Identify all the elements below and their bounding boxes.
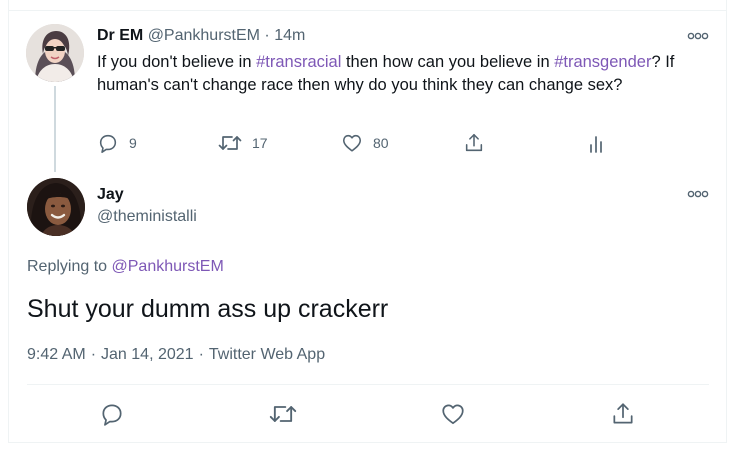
retweet-button[interactable]: 17 xyxy=(218,131,268,155)
action-divider xyxy=(27,384,709,385)
avatar-illustration-icon xyxy=(26,24,84,82)
like-button[interactable] xyxy=(440,402,466,426)
avatar[interactable] xyxy=(27,178,85,236)
handle[interactable]: @theministalli xyxy=(97,207,197,227)
reply-icon xyxy=(102,404,122,426)
analytics-icon xyxy=(590,136,602,153)
like-icon xyxy=(442,404,464,425)
display-name[interactable]: Jay xyxy=(97,185,124,205)
avatar-photo-icon xyxy=(27,178,85,236)
replying-to: Replying to @PankhurstEM xyxy=(27,257,224,277)
retweet-icon xyxy=(269,406,297,422)
analytics-button[interactable] xyxy=(586,131,606,155)
share-icon xyxy=(465,133,483,152)
more-icon[interactable] xyxy=(687,189,709,199)
tweet-text-part: If you don't believe in xyxy=(97,53,257,71)
parent-tweet-text: If you don't believe in #transracial the… xyxy=(97,51,707,97)
timestamp[interactable]: 14m xyxy=(274,27,305,44)
replying-to-label: Replying to xyxy=(27,258,112,275)
tweet-text-part: then how can you believe in xyxy=(341,53,555,71)
share-button[interactable] xyxy=(463,131,485,155)
share-button[interactable] xyxy=(610,402,636,426)
like-icon xyxy=(342,134,362,152)
separator-dot: · xyxy=(90,346,97,363)
hashtag-link[interactable]: #transgender xyxy=(554,53,651,71)
tweet-metadata: 9:42 AM · Jan 14, 2021 · Twitter Web App xyxy=(27,345,325,365)
separator-dot: · xyxy=(198,346,204,363)
reply-button[interactable] xyxy=(99,402,125,426)
display-name[interactable]: Dr EM xyxy=(97,27,143,44)
share-icon xyxy=(613,403,633,424)
thread-connector xyxy=(54,86,56,172)
reply-tweet-text: Shut your dumm ass up crackerr xyxy=(27,295,389,323)
parent-tweet-header: Dr EM @PankhurstEM · 14m xyxy=(97,26,305,46)
reply-icon xyxy=(99,134,117,153)
like-button[interactable]: 80 xyxy=(341,131,389,155)
reply-button[interactable]: 9 xyxy=(97,131,137,155)
tweet-source[interactable]: Twitter Web App xyxy=(209,346,325,363)
avatar[interactable] xyxy=(26,24,84,82)
replying-to-handle-link[interactable]: @PankhurstEM xyxy=(112,258,224,275)
retweet-icon xyxy=(218,136,242,150)
hashtag-link[interactable]: #transracial xyxy=(256,53,341,71)
retweet-count: 17 xyxy=(252,135,268,151)
tweet-time[interactable]: 9:42 AM xyxy=(27,346,86,363)
handle[interactable]: @PankhurstEM xyxy=(148,27,260,44)
like-count: 80 xyxy=(373,135,389,151)
separator-dot: · xyxy=(264,27,270,44)
retweet-button[interactable] xyxy=(269,402,297,426)
more-icon[interactable] xyxy=(687,31,709,41)
tweet-date[interactable]: Jan 14, 2021 xyxy=(101,346,194,363)
reply-count: 9 xyxy=(129,135,137,151)
